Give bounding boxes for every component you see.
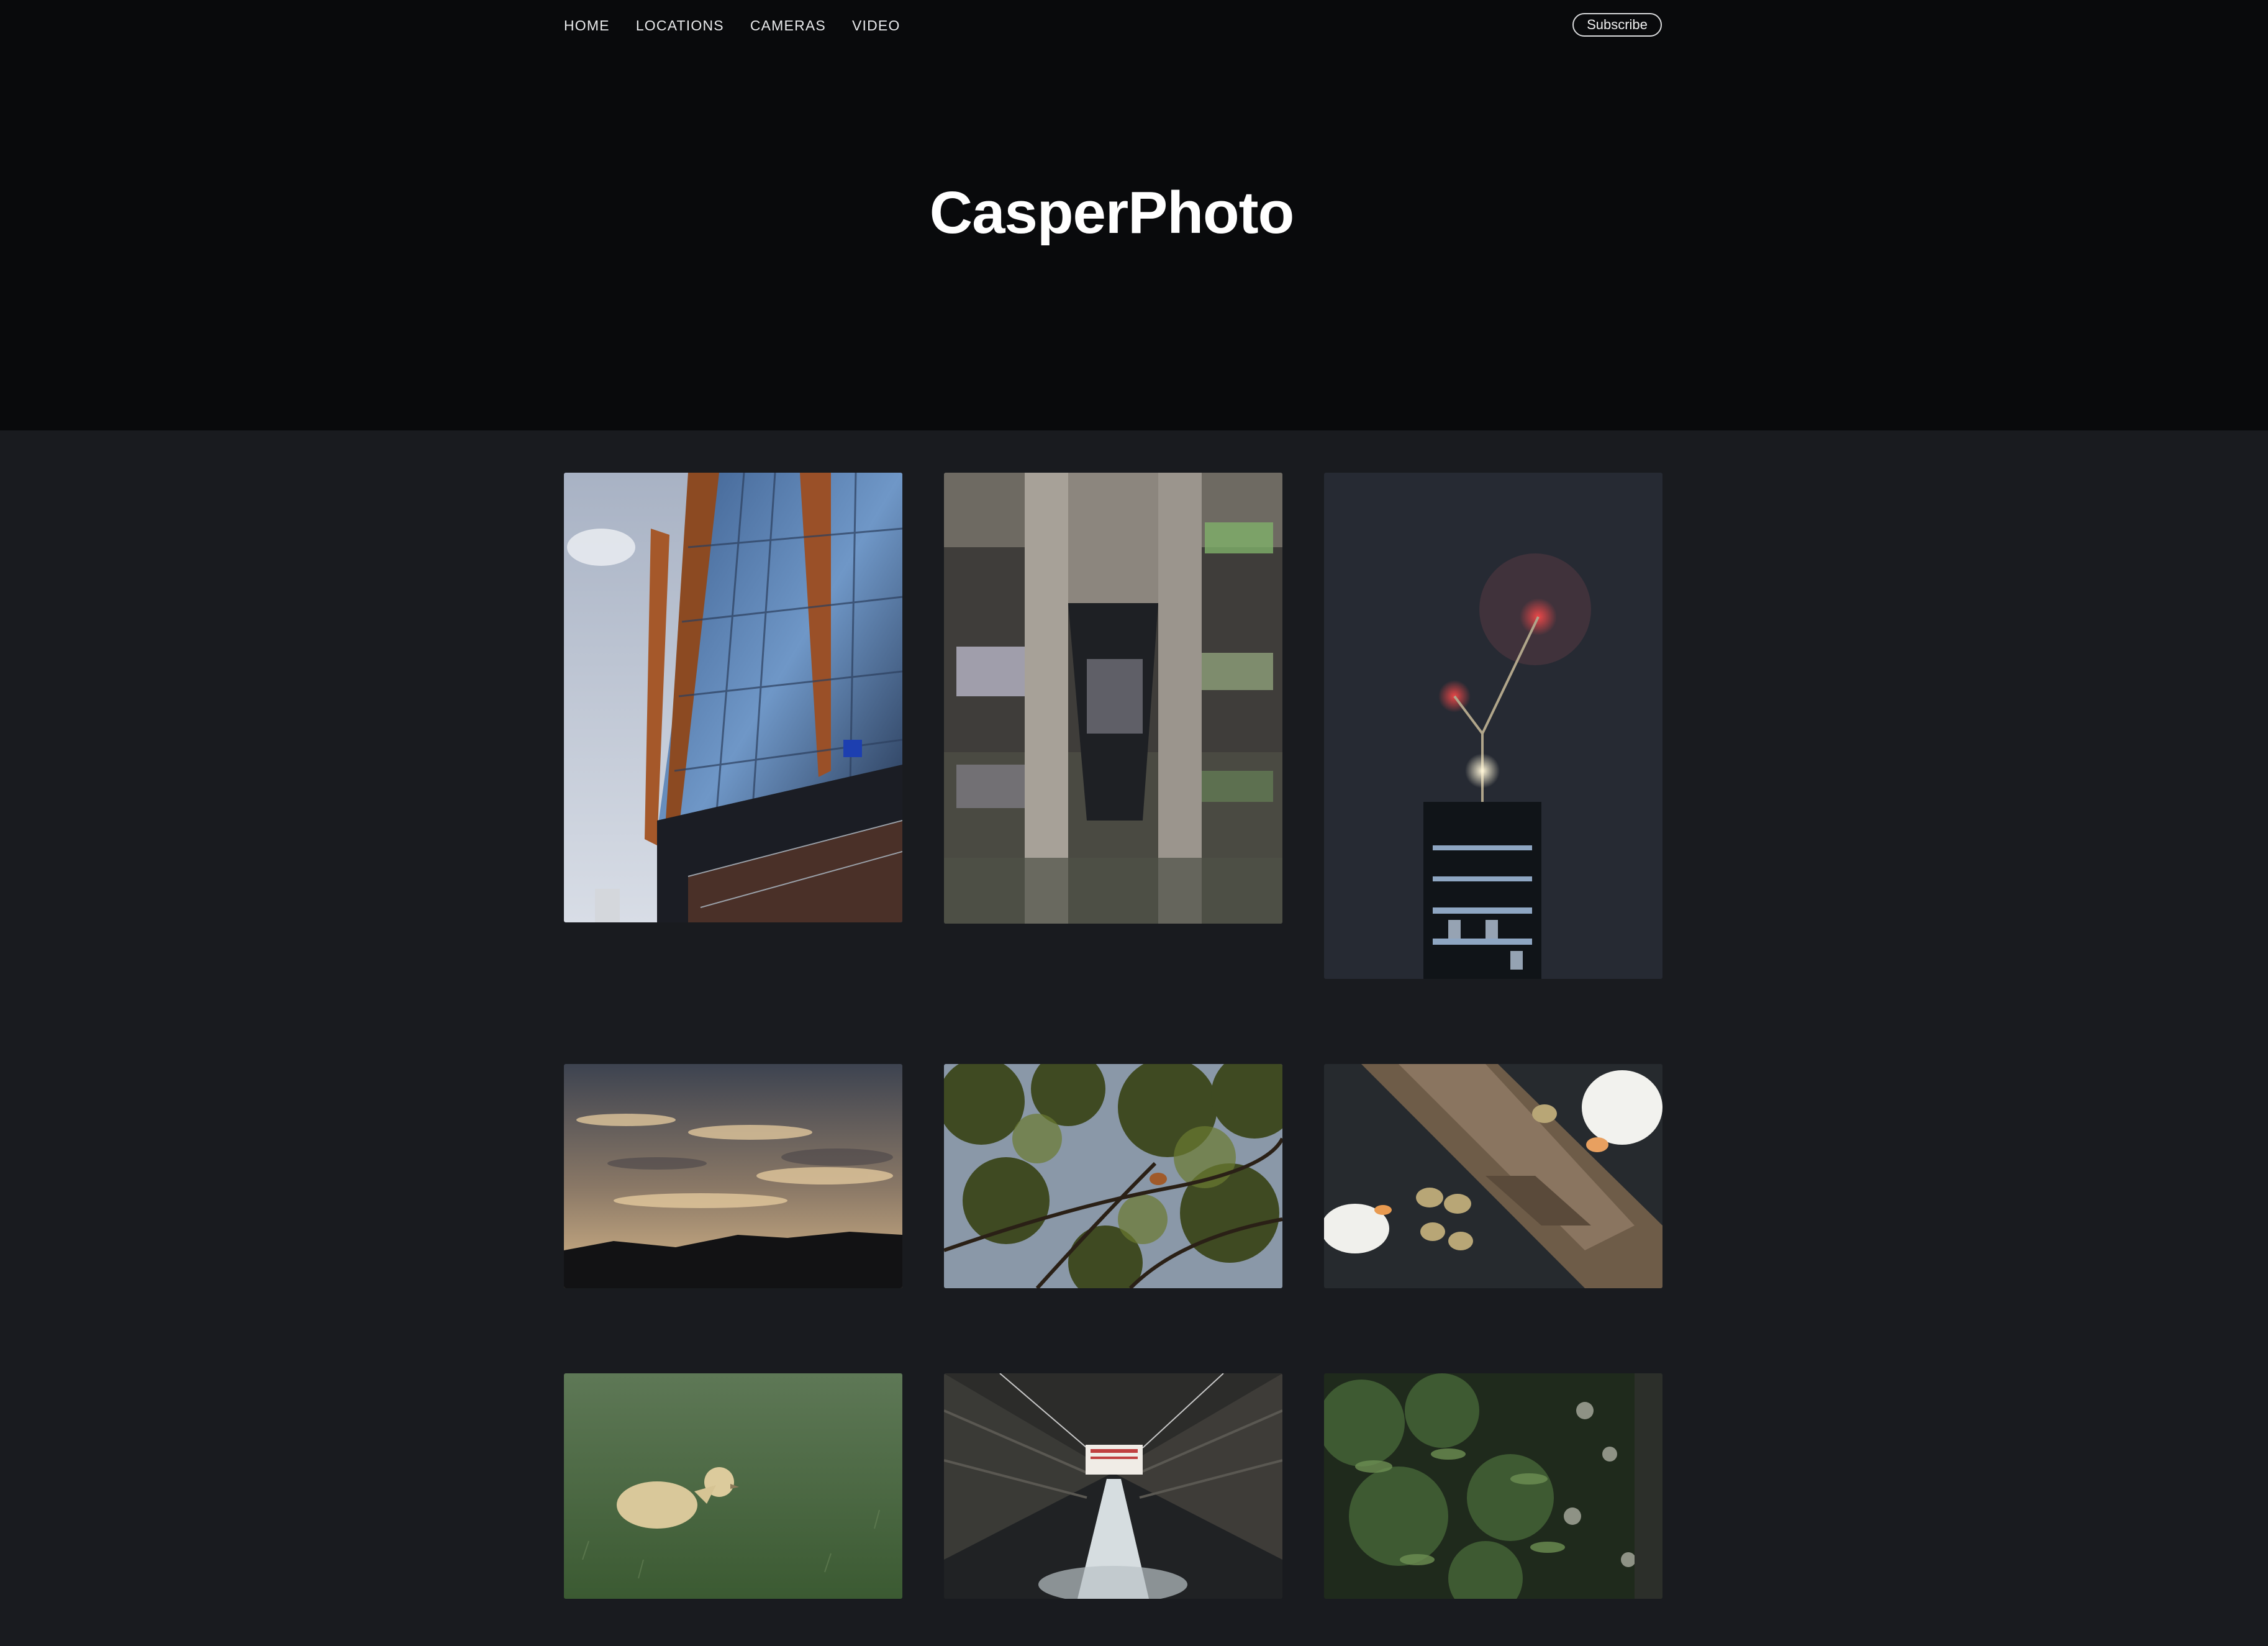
main-nav: HOME LOCATIONS CAMERAS VIDEO [564, 17, 900, 34]
site-title: CasperPhoto [929, 180, 1294, 246]
photo-graffiti-canal[interactable] [944, 473, 1282, 924]
nav-home-link[interactable]: HOME [564, 17, 610, 34]
photo-sunset-clouds[interactable] [564, 1064, 902, 1288]
photo-weir-sign[interactable] [944, 1373, 1282, 1599]
nav-cameras-link[interactable]: CAMERAS [750, 17, 826, 34]
site-header: HOME LOCATIONS CAMERAS VIDEO Subscribe C… [0, 0, 2268, 430]
photo-gosling-grass[interactable] [564, 1373, 902, 1599]
subscribe-button[interactable]: Subscribe [1572, 13, 1662, 37]
nav-video-link[interactable]: VIDEO [852, 17, 900, 34]
nav-locations-link[interactable]: LOCATIONS [636, 17, 724, 34]
photo-geese-goslings-water[interactable] [1324, 1064, 1662, 1288]
photo-green-foliage[interactable] [1324, 1373, 1662, 1599]
photo-crane-night-tower[interactable] [1324, 473, 1662, 979]
photo-glass-building[interactable] [564, 473, 902, 922]
photo-tree-branches[interactable] [944, 1064, 1282, 1288]
